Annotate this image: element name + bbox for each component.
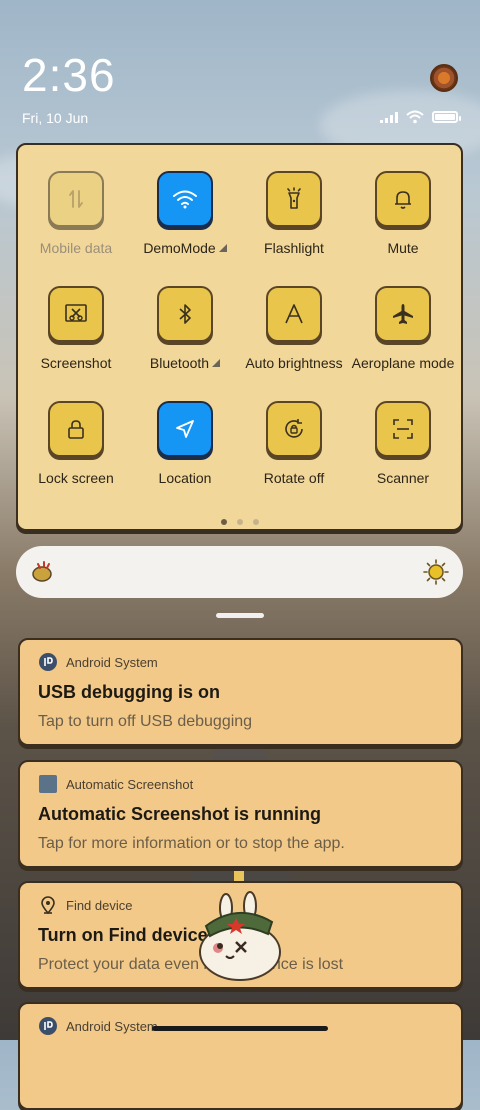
tile-label: Auto brightness bbox=[245, 355, 343, 371]
tile-aeroplane-mode[interactable]: Aeroplane mode bbox=[349, 286, 458, 371]
tile-auto-brightness[interactable]: Auto brightness bbox=[240, 286, 349, 371]
tile-label: Screenshot bbox=[40, 355, 112, 371]
tile-button[interactable] bbox=[48, 401, 104, 457]
tile-button[interactable] bbox=[375, 286, 431, 342]
notification-app-name: Android System bbox=[66, 1018, 158, 1034]
bluetooth-icon bbox=[179, 304, 191, 324]
notification-header: Automatic Screenshot bbox=[38, 774, 443, 794]
android-system-icon bbox=[38, 1016, 58, 1036]
page-dot[interactable] bbox=[236, 519, 243, 525]
brightness-low-icon bbox=[32, 561, 52, 582]
battery-icon bbox=[432, 111, 461, 123]
status-icons bbox=[380, 110, 461, 124]
tile-button[interactable] bbox=[266, 286, 322, 342]
tile-label: Mobile data bbox=[39, 240, 113, 256]
lock-icon bbox=[68, 420, 84, 439]
clock[interactable]: 2:36 bbox=[22, 48, 116, 102]
location-icon bbox=[176, 420, 194, 438]
tile-label: Lock screen bbox=[38, 470, 114, 486]
tile-button[interactable] bbox=[375, 401, 431, 457]
tile-mobile-data[interactable]: Mobile data bbox=[22, 171, 131, 256]
expand-arrow-icon[interactable] bbox=[212, 359, 221, 367]
tile-button[interactable] bbox=[157, 286, 213, 342]
wifi-icon bbox=[173, 190, 197, 209]
notification-title: USB debugging is on bbox=[38, 682, 220, 702]
flashlight-icon bbox=[287, 187, 301, 209]
notification-app-name: Android System bbox=[66, 654, 158, 670]
tile-button[interactable] bbox=[375, 171, 431, 227]
tile-screenshot[interactable]: Screenshot bbox=[22, 286, 131, 371]
tile-label: DemoMode bbox=[143, 240, 227, 256]
location-pin-icon bbox=[38, 895, 58, 915]
notification-header: Android System bbox=[38, 652, 443, 672]
airplane-icon bbox=[393, 304, 413, 324]
wifi-status-icon bbox=[406, 110, 424, 124]
bell-icon bbox=[395, 191, 411, 209]
tile-button[interactable] bbox=[266, 401, 322, 457]
quick-settings-panel: Mobile data DemoMode Flashlight Mute Scr… bbox=[16, 143, 463, 531]
notification-card[interactable]: Automatic Screenshot Automatic Screensho… bbox=[18, 760, 463, 868]
mobile-data-icon bbox=[69, 190, 83, 208]
tile-label: Aeroplane mode bbox=[351, 355, 455, 371]
tile-scanner[interactable]: Scanner bbox=[349, 401, 458, 486]
tile-button[interactable] bbox=[157, 171, 213, 227]
notification-text: Tap for more information or to stop the … bbox=[38, 835, 345, 852]
tile-rotate[interactable]: Rotate off bbox=[240, 401, 349, 486]
tile-label: Location bbox=[158, 470, 212, 486]
brightness-slider[interactable] bbox=[16, 546, 463, 598]
android-system-icon bbox=[38, 652, 58, 672]
screenshot-icon bbox=[65, 304, 87, 322]
tile-location[interactable]: Location bbox=[131, 401, 240, 486]
notification-app-name: Find device bbox=[66, 897, 133, 913]
page-indicator bbox=[18, 519, 461, 525]
notification-app-name: Automatic Screenshot bbox=[66, 776, 194, 792]
brightness-high-icon bbox=[423, 559, 449, 585]
tile-label: Scanner bbox=[376, 470, 430, 486]
tile-label: Rotate off bbox=[263, 470, 325, 486]
app-square-icon bbox=[38, 774, 58, 794]
auto-brightness-icon bbox=[285, 304, 303, 324]
drag-handle[interactable] bbox=[216, 613, 264, 618]
tile-mute[interactable]: Mute bbox=[349, 171, 458, 256]
rotate-icon bbox=[285, 419, 303, 438]
tile-demomode[interactable]: DemoMode bbox=[131, 171, 240, 256]
page-dot[interactable] bbox=[252, 519, 259, 525]
tile-bluetooth[interactable]: Bluetooth bbox=[131, 286, 240, 371]
expand-arrow-icon[interactable] bbox=[218, 244, 227, 252]
tile-button[interactable] bbox=[48, 286, 104, 342]
bunny-sticker-icon bbox=[199, 891, 281, 981]
date[interactable]: Fri, 10 Jun bbox=[22, 110, 88, 126]
notification-card[interactable]: Android System USB debugging is on Tap t… bbox=[18, 638, 463, 746]
scanner-icon bbox=[393, 419, 413, 439]
signal-icon bbox=[380, 111, 398, 123]
notification-title: Automatic Screenshot is running bbox=[38, 804, 322, 824]
tile-label: Mute bbox=[387, 240, 419, 256]
tile-button[interactable] bbox=[266, 171, 322, 227]
tile-button[interactable] bbox=[48, 171, 104, 227]
tile-label: Flashlight bbox=[264, 240, 324, 256]
settings-gear-icon[interactable] bbox=[430, 64, 458, 92]
tile-button[interactable] bbox=[157, 401, 213, 457]
tile-label: Bluetooth bbox=[150, 355, 221, 371]
page-dot[interactable] bbox=[220, 519, 227, 525]
notification-text: Tap to turn off USB debugging bbox=[38, 713, 253, 730]
tile-lock-screen[interactable]: Lock screen bbox=[22, 401, 131, 486]
tile-flashlight[interactable]: Flashlight bbox=[240, 171, 349, 256]
home-gesture-bar[interactable] bbox=[152, 1026, 328, 1031]
notification-card[interactable]: Android System bbox=[18, 1002, 463, 1110]
